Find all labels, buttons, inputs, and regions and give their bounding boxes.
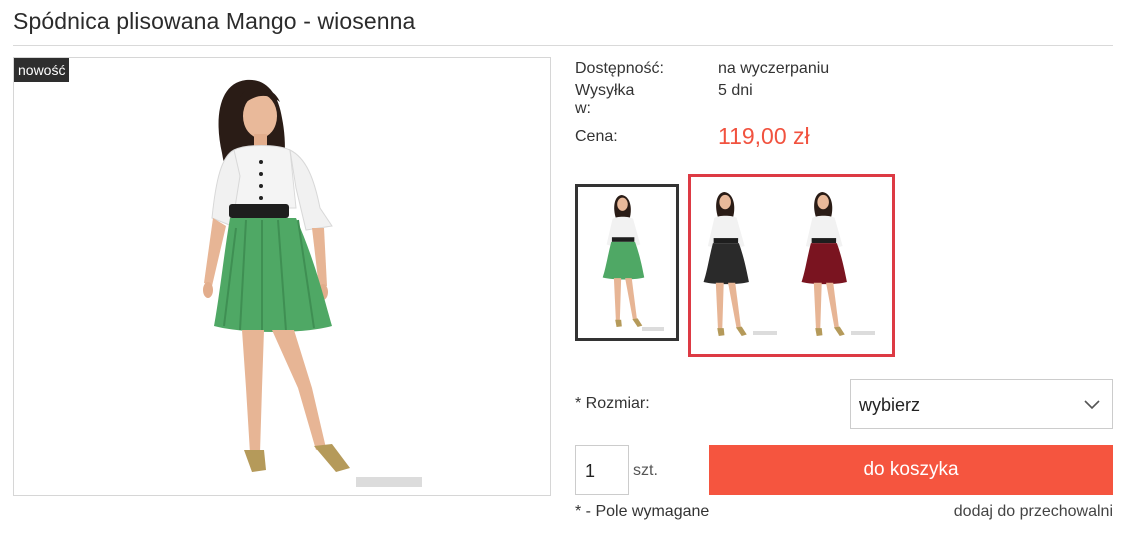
price-value: 119,00 zł — [718, 123, 810, 149]
shipping-label: Wysyłka w: — [575, 82, 635, 117]
size-label: * Rozmiar: — [575, 395, 650, 412]
model-photo — [203, 79, 350, 472]
variant-thumbnail-image — [602, 195, 664, 331]
watermark — [356, 477, 422, 487]
quantity-unit: szt. — [633, 462, 658, 479]
chevron-down-icon — [1084, 400, 1100, 410]
availability-value: na wyczerpaniu — [718, 60, 830, 77]
variant-thumbnail-black[interactable] — [693, 177, 793, 354]
quantity-value: 1 — [585, 461, 596, 481]
add-to-storage-link[interactable]: dodaj do przechowalni — [954, 503, 1113, 521]
product-title: Spódnica plisowana Mango - wiosenna — [13, 8, 416, 34]
price-label: Cena: — [575, 128, 618, 145]
new-badge: nowość — [14, 58, 70, 82]
title-divider — [13, 45, 1113, 46]
quantity-input[interactable]: 1 — [575, 445, 629, 495]
variant-thumbnail-green[interactable] — [575, 184, 679, 341]
add-to-cart-button[interactable]: do koszyka — [709, 445, 1113, 495]
variant-thumbnails-highlighted[interactable] — [688, 174, 895, 357]
shipping-value: 5 dni — [718, 82, 753, 99]
required-fields-note: * - Pole wymagane — [575, 503, 710, 520]
size-select[interactable]: wybierz — [850, 379, 1113, 429]
main-product-image[interactable]: nowość — [13, 57, 551, 496]
size-select-value: wybierz — [859, 395, 921, 415]
availability-label: Dostępność: — [575, 60, 664, 77]
variant-thumbnail-burgundy[interactable] — [795, 177, 895, 354]
